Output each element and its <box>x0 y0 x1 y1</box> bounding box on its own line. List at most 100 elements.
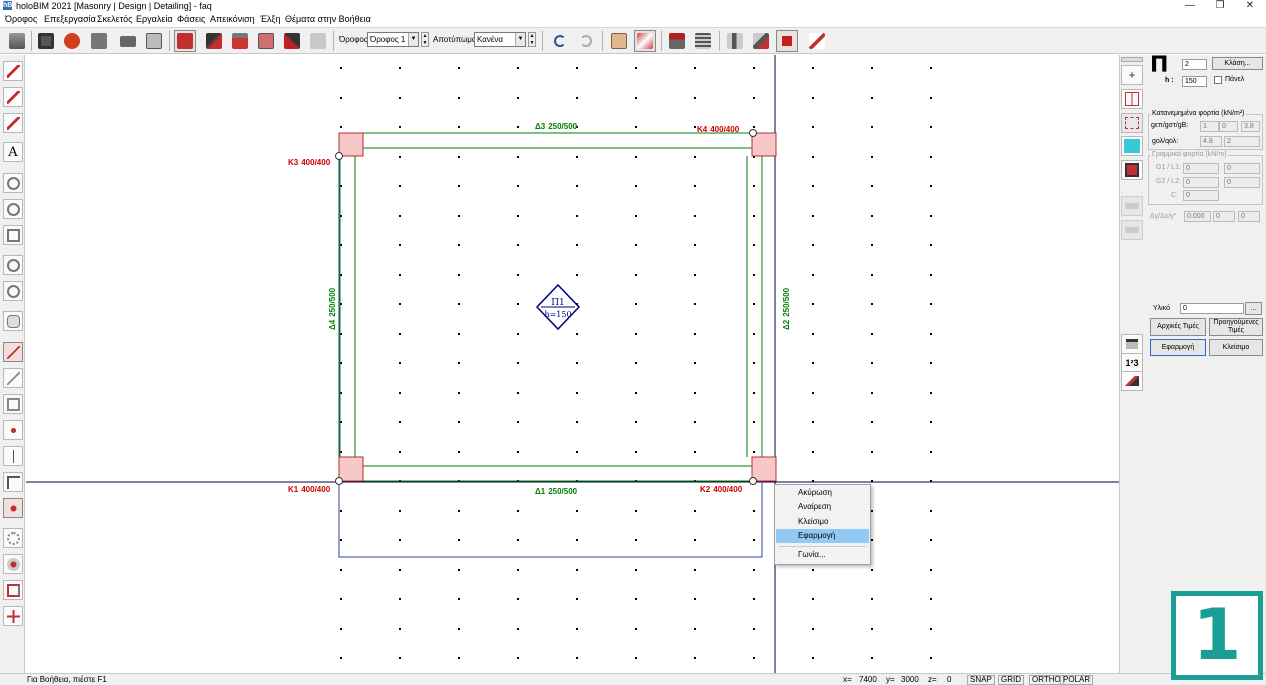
polar-toggle[interactable]: POLAR <box>1060 675 1094 685</box>
material-field[interactable]: 0 <box>1180 303 1244 314</box>
building-view-button[interactable] <box>666 30 688 52</box>
menu-floor[interactable]: Όροφος <box>5 13 37 26</box>
beam-top[interactable] <box>363 132 752 149</box>
panel-checkbox[interactable] <box>1214 76 1222 84</box>
snap-toggle[interactable]: SNAP <box>967 675 995 685</box>
grid-toggle[interactable]: GRID <box>998 675 1024 685</box>
c-field[interactable]: 0 <box>1183 190 1219 201</box>
slab-button[interactable] <box>776 30 798 52</box>
menu-skeleton[interactable]: Σκελετός <box>97 13 133 26</box>
drawing-canvas[interactable]: Δ3 250/500 Δ1 250/500 Δ4250/500 Δ2250/500 … <box>26 55 1119 673</box>
properties-tool[interactable] <box>3 554 23 574</box>
delete-button[interactable] <box>88 30 110 52</box>
corner-tool[interactable] <box>3 472 23 492</box>
close-button[interactable]: ✕ <box>1233 0 1266 12</box>
imprint-select[interactable]: Κανένα ▼ <box>474 32 526 47</box>
menu-view[interactable]: Απεικόνιση <box>210 13 255 26</box>
dimension-button[interactable] <box>203 30 225 52</box>
initial-values-button[interactable]: Αρχικές Τιμές <box>1150 318 1206 336</box>
slab-id-field[interactable]: 2 <box>1182 59 1207 70</box>
slab-fill-tool[interactable] <box>1121 160 1143 180</box>
point-tool[interactable] <box>3 420 23 440</box>
rectangle-tool[interactable] <box>3 394 23 414</box>
zoom-window-tool[interactable] <box>3 173 23 193</box>
zoom-in-tool[interactable] <box>3 281 23 301</box>
perpendicular-tool[interactable] <box>3 446 23 466</box>
previous-values-button[interactable]: Προηγούμενες Τιμές <box>1209 318 1263 336</box>
building-button[interactable] <box>6 30 28 52</box>
maximize-button[interactable]: ❐ <box>1203 0 1237 12</box>
move-cross-tool[interactable] <box>3 606 23 626</box>
line-tool[interactable] <box>3 342 23 362</box>
edit-tool[interactable] <box>3 113 23 133</box>
print-preview-button[interactable] <box>143 30 165 52</box>
l1-field[interactable]: 0 <box>1224 163 1260 174</box>
g-ep-field[interactable]: 1 <box>1200 121 1219 132</box>
q-ol-field[interactable]: 2 <box>1224 136 1260 147</box>
g1-field[interactable]: 0 <box>1183 163 1219 174</box>
dg-field[interactable]: 0.000 <box>1184 211 1211 222</box>
beam-button[interactable] <box>750 30 772 52</box>
pan-button[interactable] <box>608 30 630 52</box>
context-item-close[interactable]: Κλείσιμο <box>776 515 869 529</box>
slab-marker[interactable]: Π1 h=150 <box>535 283 581 331</box>
floor-select[interactable]: Όροφος 1 ▼ <box>367 32 419 47</box>
print-button[interactable] <box>117 30 139 52</box>
floor-spinner[interactable]: ▲ ▼ <box>421 32 429 47</box>
select-objects-button[interactable] <box>174 30 196 52</box>
gamma-field[interactable]: 0 <box>1238 211 1260 222</box>
polyline-tool[interactable] <box>3 368 23 388</box>
redo-button[interactable] <box>575 30 597 52</box>
layers-button[interactable] <box>307 30 329 52</box>
apply-button[interactable]: Εφαρμογή <box>1150 339 1206 356</box>
menu-drag[interactable]: Έλξη <box>260 13 280 26</box>
context-item-cancel[interactable]: Ακύρωση <box>776 486 869 500</box>
settings-button[interactable] <box>61 30 83 52</box>
column-k4[interactable] <box>751 132 777 157</box>
context-item-undo[interactable]: Αναίρεση <box>776 500 869 514</box>
building-3d-button[interactable] <box>692 30 714 52</box>
slab-type-tool[interactable] <box>1121 136 1143 156</box>
section-tool[interactable] <box>3 580 23 600</box>
stairs-button[interactable] <box>806 30 828 52</box>
beam-left[interactable] <box>339 156 356 457</box>
split-slab-tool[interactable] <box>1121 89 1143 109</box>
window-select-button[interactable] <box>255 30 277 52</box>
pan-tool[interactable] <box>3 311 23 331</box>
g2-field[interactable]: 0 <box>1183 177 1219 188</box>
trim-button[interactable] <box>281 30 303 52</box>
undo-button[interactable] <box>549 30 571 52</box>
column-k3[interactable] <box>338 132 364 157</box>
column-k2[interactable] <box>751 456 777 482</box>
panel-close-button[interactable]: Κλείσιμο <box>1209 339 1263 356</box>
imprint-spinner[interactable]: ▲ ▼ <box>528 32 536 47</box>
numbering-tool[interactable]: 1²3 <box>1121 353 1143 373</box>
g-ol-field[interactable]: 4.8 <box>1200 136 1222 147</box>
panel-grip[interactable] <box>1121 57 1143 62</box>
column-button[interactable] <box>724 30 746 52</box>
menu-phases[interactable]: Φάσεις <box>177 13 205 26</box>
menu-edit[interactable]: Επεξεργασία <box>44 13 96 26</box>
beam-bottom[interactable] <box>363 465 752 482</box>
disabled-tool-1[interactable] <box>1121 196 1143 216</box>
load-tool[interactable] <box>1121 334 1143 354</box>
snap-tool[interactable] <box>3 498 23 518</box>
draw-line-button[interactable] <box>634 30 656 52</box>
zoom-all-tool[interactable] <box>3 225 23 245</box>
minimize-button[interactable]: — <box>1173 0 1207 12</box>
zoom-out-tool[interactable] <box>3 255 23 275</box>
menu-help-topics[interactable]: Θέματα στην Βοήθεια <box>285 13 371 26</box>
move-tool[interactable] <box>3 61 23 81</box>
dx-field[interactable]: 0 <box>1213 211 1235 222</box>
text-tool[interactable]: A <box>3 142 23 162</box>
material-browse-button[interactable]: ... <box>1245 302 1262 315</box>
menu-tools[interactable]: Εργαλεία <box>136 13 173 26</box>
class-button[interactable]: Κλάση... <box>1212 57 1263 70</box>
copy-tool[interactable] <box>3 87 23 107</box>
ortho-toggle[interactable]: ORTHO <box>1029 675 1064 685</box>
g-b-field[interactable]: 3.8 <box>1241 121 1260 132</box>
save-button[interactable] <box>35 30 57 52</box>
beam-right[interactable] <box>746 156 763 457</box>
l2-field[interactable]: 0 <box>1224 177 1260 188</box>
g-st-field[interactable]: 0 <box>1219 121 1238 132</box>
